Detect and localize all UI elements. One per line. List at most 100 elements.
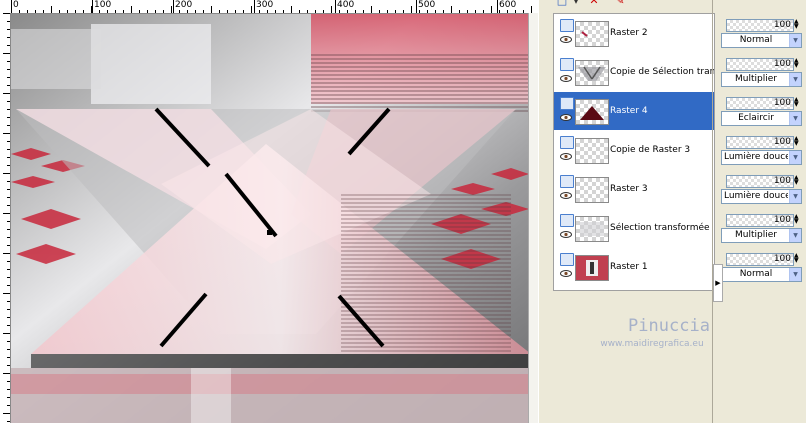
eye-icon[interactable] — [560, 114, 572, 121]
opacity-spinner[interactable]: ▲ ▼ — [794, 175, 800, 186]
ruler-minor-tick — [7, 165, 10, 166]
ruler-minor-tick — [7, 405, 10, 406]
layer-row[interactable]: Copie de Raster 3 — [554, 131, 714, 169]
ruler-minor-tick — [7, 341, 10, 342]
ruler-minor-tick — [147, 10, 148, 13]
ruler-tick — [335, 0, 336, 13]
blend-mode-select[interactable]: Multiplier ▼ — [721, 228, 802, 243]
blend-mode-label: Eclaircir — [738, 113, 774, 123]
layer-thumbnail-graphic — [576, 256, 608, 280]
opacity-field[interactable]: 100 — [726, 175, 794, 188]
ruler-label: 100 — [94, 0, 112, 10]
ruler-minor-tick — [523, 10, 524, 13]
ruler-minor-tick — [491, 6, 492, 13]
layer-row[interactable]: Raster 1 — [554, 248, 714, 286]
ruler-minor-tick — [7, 397, 10, 398]
ruler-minor-tick — [7, 237, 10, 238]
canvas-scrollbar[interactable] — [528, 13, 538, 423]
ruler-minor-tick — [235, 10, 236, 13]
opacity-spinner[interactable]: ▲ ▼ — [794, 19, 800, 30]
ruler-minor-tick — [7, 149, 10, 150]
ruler-minor-tick — [7, 381, 10, 382]
ruler-minor-tick — [7, 245, 10, 246]
ruler-minor-tick — [187, 10, 188, 13]
opacity-spinner[interactable]: ▲ ▼ — [794, 136, 800, 147]
layer-row-selected[interactable]: Raster 4 — [554, 92, 714, 130]
chevron-down-icon[interactable]: ▼ — [789, 151, 801, 164]
blend-mode-column: 100 ▲ ▼ Normal ▼ 100 ▲ ▼ Multiplier ▼ 100 ▲ ▼… — [721, 13, 805, 289]
ruler-minor-tick — [7, 157, 10, 158]
opacity-field[interactable]: 100 — [726, 58, 794, 71]
ruler-minor-tick — [7, 101, 10, 102]
chevron-down-icon[interactable]: ▼ — [789, 34, 801, 47]
opacity-spinner[interactable]: ▲ ▼ — [794, 58, 800, 69]
blend-mode-select[interactable]: Lumière douce ▼ — [721, 189, 802, 204]
ruler-minor-tick — [7, 197, 10, 198]
blend-mode-select[interactable]: Eclaircir ▼ — [721, 111, 802, 126]
new-layer-icon[interactable]: □ — [555, 0, 569, 8]
artwork-image[interactable] — [11, 14, 529, 423]
layer-blend-row: 100 ▲ ▼ Multiplier ▼ — [721, 52, 805, 90]
opacity-field[interactable]: 100 — [726, 253, 794, 266]
ruler-tick — [173, 0, 174, 13]
watermark-title: Pinuccia — [628, 316, 710, 336]
layer-thumbnail — [575, 216, 609, 242]
chevron-down-icon[interactable]: ▼ — [789, 112, 801, 125]
ruler-minor-tick — [123, 10, 124, 13]
ruler-minor-tick — [7, 261, 10, 262]
ruler-minor-tick — [3, 333, 10, 334]
layer-type-icon — [560, 19, 574, 32]
ruler-minor-tick — [427, 10, 428, 13]
image-canvas-area[interactable]: 0 100 200 300 400 500 600 — [0, 0, 538, 423]
ruler-minor-tick — [531, 6, 532, 13]
delete-layer-icon[interactable]: ✕ — [587, 0, 601, 8]
opacity-spinner[interactable]: ▲ ▼ — [794, 214, 800, 225]
ruler-minor-tick — [499, 10, 500, 13]
opacity-field[interactable]: 100 — [726, 214, 794, 227]
eye-icon[interactable] — [560, 36, 572, 43]
ruler-label: 600 — [499, 0, 517, 10]
layer-row[interactable]: Copie de Sélection transf — [554, 53, 714, 91]
ruler-minor-tick — [7, 229, 10, 230]
layers-palette: □ ▾ ✕ ✎ Raster 2 Copie de Sélection tran… — [543, 0, 806, 423]
opacity-field[interactable]: 100 — [726, 136, 794, 149]
ruler-minor-tick — [211, 6, 212, 13]
ruler-minor-tick — [283, 10, 284, 13]
blend-mode-label: Normal — [739, 35, 773, 45]
chevron-down-icon[interactable]: ▼ — [789, 229, 801, 242]
ruler-minor-tick — [91, 6, 92, 13]
collapse-panel-arrow-icon[interactable]: ▶ — [713, 264, 723, 302]
watermark-url: www.maidiregrafica.eu — [600, 339, 704, 349]
opacity-field[interactable]: 100 — [726, 19, 794, 32]
ruler-minor-tick — [3, 53, 10, 54]
layer-row[interactable]: Sélection transformée — [554, 209, 714, 247]
layer-thumbnail — [575, 138, 609, 164]
ruler-minor-tick — [7, 357, 10, 358]
eye-icon[interactable] — [560, 75, 572, 82]
edit-layer-icon[interactable]: ✎ — [613, 0, 627, 8]
blend-mode-select[interactable]: Lumière douce ▼ — [721, 150, 802, 165]
chevron-down-icon[interactable]: ▼ — [789, 268, 801, 281]
eye-icon[interactable] — [560, 270, 572, 277]
layer-thumbnail-graphic — [581, 31, 588, 37]
ruler-minor-tick — [7, 421, 10, 422]
layer-row[interactable]: Raster 2 — [554, 14, 714, 52]
eye-icon[interactable] — [560, 153, 572, 160]
opacity-field[interactable]: 100 — [726, 97, 794, 110]
dropdown-arrow-icon[interactable]: ▾ — [569, 0, 583, 8]
eye-icon[interactable] — [560, 192, 572, 199]
chevron-down-icon[interactable]: ▼ — [789, 73, 801, 86]
ruler-minor-tick — [475, 10, 476, 13]
blend-mode-select[interactable]: Multiplier ▼ — [721, 72, 802, 87]
ruler-minor-tick — [291, 6, 292, 13]
eye-icon[interactable] — [560, 231, 572, 238]
blend-mode-select[interactable]: Normal ▼ — [721, 33, 802, 48]
ruler-minor-tick — [7, 221, 10, 222]
layer-row[interactable]: Raster 3 — [554, 170, 714, 208]
opacity-spinner[interactable]: ▲ ▼ — [794, 97, 800, 108]
blend-mode-select[interactable]: Normal ▼ — [721, 267, 802, 282]
ruler-minor-tick — [251, 6, 252, 13]
opacity-spinner[interactable]: ▲ ▼ — [794, 253, 800, 264]
chevron-down-icon[interactable]: ▼ — [789, 190, 801, 203]
ruler-minor-tick — [7, 181, 10, 182]
